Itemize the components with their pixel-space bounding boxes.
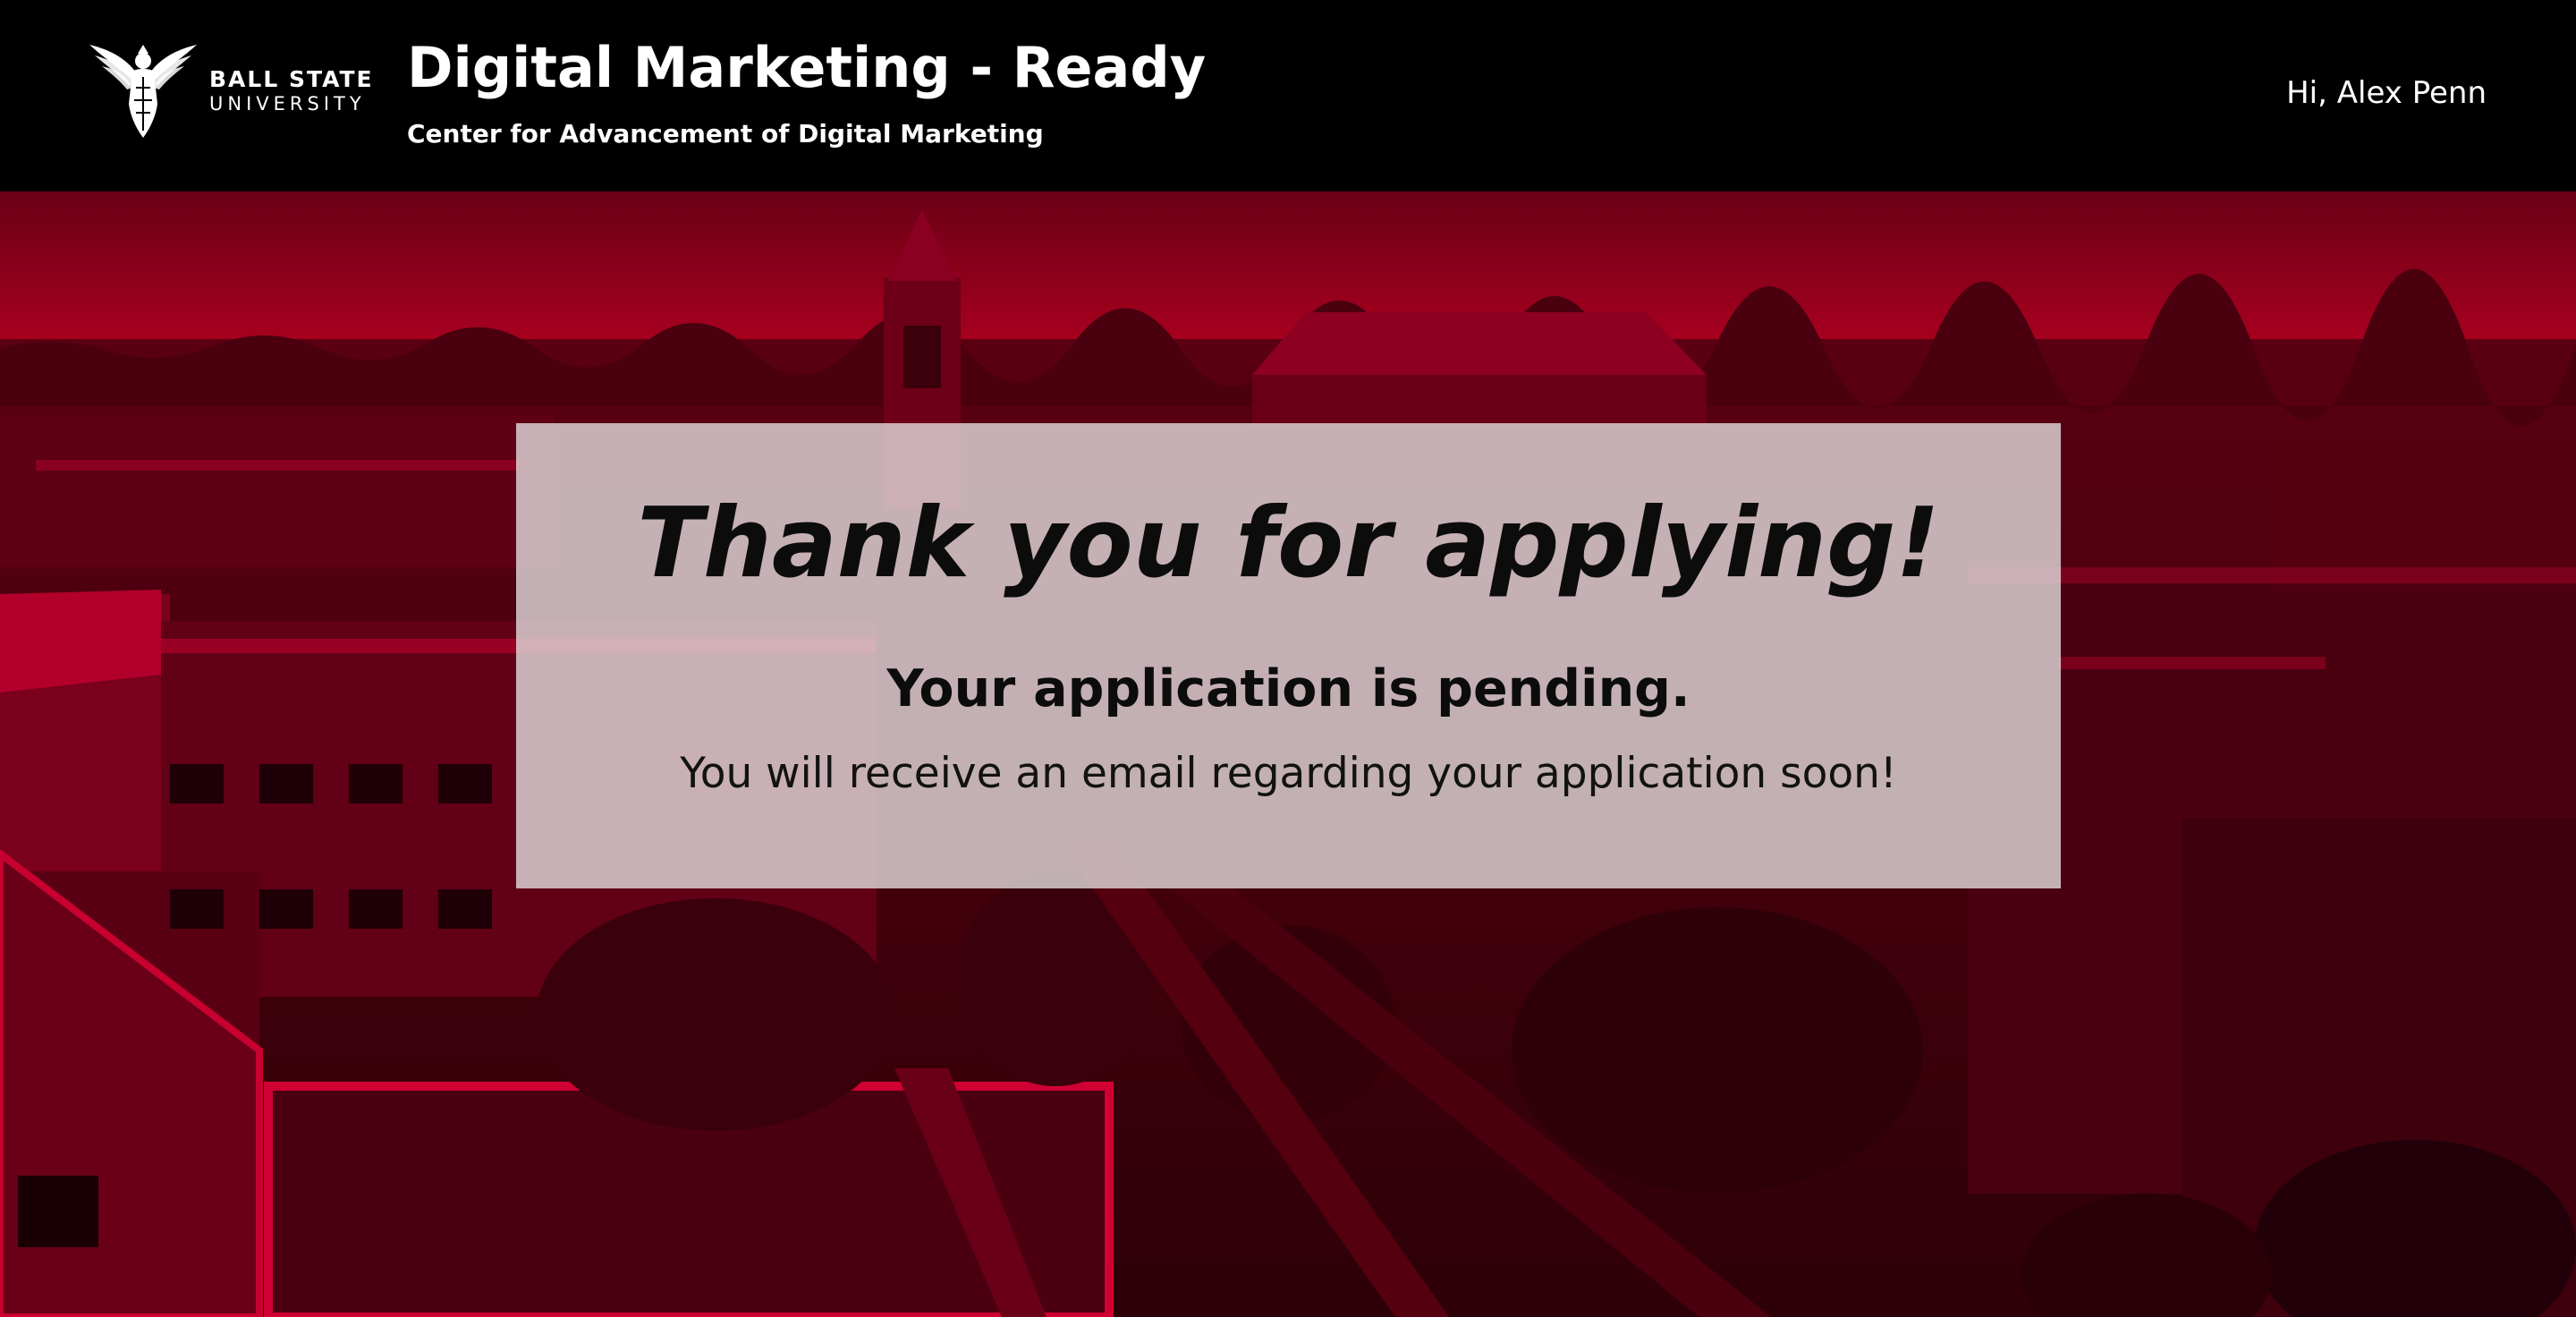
page: BALL STATE UNIVERSITY Digital Marketing … — [0, 0, 2576, 1317]
application-status: Your application is pending. — [886, 659, 1690, 718]
user-greeting[interactable]: Hi, Alex Penn — [2286, 73, 2487, 113]
cardinal-logo-icon — [89, 45, 197, 138]
university-logo[interactable]: BALL STATE UNIVERSITY — [86, 41, 374, 140]
logo-wordmark: BALL STATE UNIVERSITY — [209, 66, 374, 115]
logo-line-1: BALL STATE — [209, 66, 374, 92]
confirmation-card: Thank you for applying! Your application… — [516, 423, 2061, 888]
thank-you-heading: Thank you for applying! — [637, 488, 1940, 599]
top-header: BALL STATE UNIVERSITY Digital Marketing … — [0, 0, 2576, 191]
logo-line-2: UNIVERSITY — [209, 93, 366, 115]
email-notice: You will receive an email regarding your… — [680, 749, 1897, 798]
app-title: Digital Marketing - Ready — [407, 35, 1207, 100]
app-subtitle: Center for Advancement of Digital Market… — [407, 119, 1044, 149]
